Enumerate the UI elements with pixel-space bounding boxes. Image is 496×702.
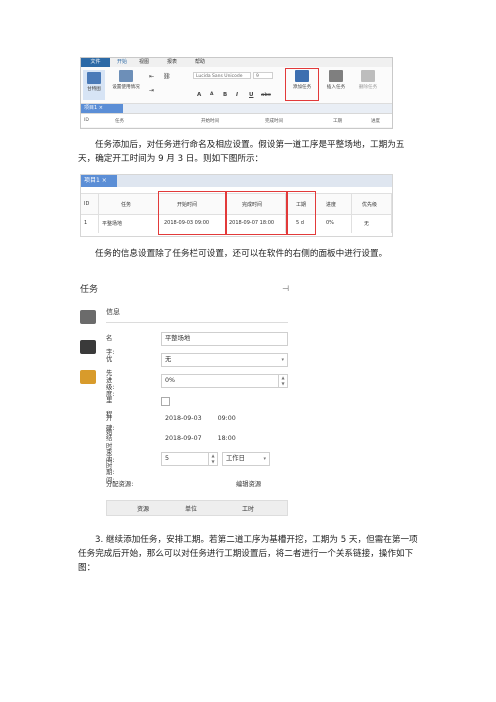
end-input[interactable]: 2018-09-07 18:00 (161, 432, 288, 446)
spinner-icon[interactable]: ▲ ▼ (278, 375, 287, 387)
paragraph-2: 任务的信息设置除了任务栏可设置，还可以在软件的右侧的面板中进行设置。 (95, 249, 388, 259)
th-priority: 优先级 (352, 194, 392, 214)
milestone-checkbox[interactable] (161, 397, 170, 406)
section-divider (106, 322, 288, 323)
project-tabstrip: 项目1 × (81, 104, 392, 113)
menu-view[interactable]: 视图 (139, 58, 149, 67)
task-panel-screenshot: 任务 ⊣ 信息 名字: 平整场地 优先级: 无 ▾ 进度: 0% ▲ ▼ 里程碑:… (80, 282, 290, 522)
duration-value: 5 (165, 455, 170, 462)
duration-label: 工期: (106, 455, 115, 476)
delete-task-button[interactable]: 删除任务 (353, 70, 383, 90)
progress-value: 0% (165, 377, 175, 384)
panel-side-icons (80, 310, 100, 400)
res-col-unit: 单位 (185, 506, 198, 513)
col-start: 开始时间 (201, 119, 219, 124)
duration-unit-select[interactable]: 工作日 ▾ (222, 452, 270, 466)
start-date: 2018-09-03 (165, 415, 202, 422)
usage-label: 设置使用情况 (112, 85, 140, 90)
cell-progress[interactable]: 0% (316, 213, 352, 233)
bold-icon[interactable]: B (223, 92, 227, 98)
menu-file[interactable]: 文件 (81, 58, 110, 67)
chevron-down-icon: ▾ (281, 357, 284, 363)
table-tab-label: 项目1 (84, 177, 100, 184)
info-icon[interactable] (80, 310, 96, 324)
briefcase-icon[interactable] (80, 340, 96, 354)
font-size-select[interactable]: 9 (253, 72, 273, 79)
insert-task-label: 插入任务 (326, 85, 346, 90)
table-tabstrip: 项目1 × (81, 175, 392, 187)
edit-resources-link[interactable]: 编辑资源 (236, 478, 261, 492)
duration-unit: 工作日 (226, 455, 245, 462)
gantt-icon (87, 72, 101, 84)
assign-row: 分配资源: 编辑资源 (106, 478, 288, 492)
name-input[interactable]: 平整场地 (161, 332, 288, 346)
grow-font-icon[interactable]: A (197, 92, 201, 98)
duration-highlight (287, 191, 316, 235)
duration-spinner-icon[interactable]: ▲ ▼ (208, 453, 217, 465)
start-time: 09:00 (217, 415, 236, 422)
cell-priority[interactable]: 无 (352, 213, 392, 233)
assign-label: 分配资源: (106, 481, 134, 488)
project-tab[interactable]: 项目1 × (81, 104, 123, 113)
col-id: ID (84, 118, 89, 123)
cell-task[interactable]: 平整场地 (99, 213, 159, 233)
col-end: 完成时间 (265, 119, 283, 124)
end-highlight (226, 191, 287, 235)
strike-icon[interactable]: abc (261, 92, 271, 98)
start-highlight (158, 191, 226, 235)
gantt-button[interactable]: 甘特图 (83, 70, 105, 100)
col-task: 任务 (115, 119, 124, 124)
font-name-select[interactable]: Lucida Sans Unicode (193, 72, 251, 79)
insert-task-icon (329, 70, 343, 82)
menu-help[interactable]: 帮助 (195, 58, 205, 67)
th-id: ID (81, 194, 99, 214)
delete-task-label: 删除任务 (358, 85, 378, 90)
menu-bar: 文件 开始 视图 报表 帮助 (81, 58, 392, 67)
insert-task-button[interactable]: 插入任务 (322, 70, 350, 90)
shrink-font-icon[interactable]: A (210, 92, 213, 97)
italic-icon[interactable]: I (236, 92, 238, 98)
end-date: 2018-09-07 (165, 435, 202, 442)
add-task-highlight (285, 68, 319, 101)
grid-header: ID 任务 开始时间 完成时间 工期 进度 (81, 113, 392, 127)
menu-home[interactable]: 开始 (117, 58, 127, 67)
section-info: 信息 (106, 308, 120, 316)
progress-input[interactable]: 0% ▲ ▼ (161, 374, 288, 388)
ribbon-screenshot: 文件 开始 视图 报表 帮助 甘特图 设置使用情况 ⇤ ⇥ ⛓ Lucida S… (80, 57, 393, 129)
outdent-icon[interactable]: ⇥ (149, 87, 154, 94)
link-icon[interactable]: ⛓ (163, 73, 171, 80)
priority-select[interactable]: 无 ▾ (161, 353, 288, 367)
set-usage-button[interactable]: 设置使用情况 (109, 70, 143, 90)
task-table-screenshot: 项目1 × ID 任务 开始时间 完成时间 工期 进度 优先级 1 平整场地 2… (80, 174, 393, 237)
th-progress: 进度 (316, 194, 352, 214)
res-col-work: 工时 (242, 506, 255, 513)
gantt-label: 甘特图 (87, 87, 101, 92)
end-time: 18:00 (217, 435, 236, 442)
duration-input[interactable]: 5 ▲ ▼ (161, 452, 218, 466)
th-task: 任务 (99, 194, 159, 214)
resource-table-header: 资源 单位 工时 (106, 500, 288, 516)
priority-value: 无 (165, 356, 172, 363)
col-progress: 进度 (371, 119, 380, 124)
resource-icon[interactable] (80, 370, 96, 384)
col-duration: 工期 (333, 119, 342, 124)
toolbar: 甘特图 设置使用情况 ⇤ ⇥ ⛓ Lucida Sans Unicode 9 A… (81, 67, 392, 104)
delete-task-icon (361, 70, 375, 82)
pin-icon[interactable]: ⊣ (282, 284, 289, 293)
underline-icon[interactable]: U (249, 92, 253, 98)
start-input[interactable]: 2018-09-03 09:00 (161, 412, 288, 426)
project-tab-label: 项目1 (84, 105, 98, 111)
paragraph-3: 3. 继续添加任务，安排工期。若第二道工序为基槽开挖，工期为 5 天，但需在第一… (78, 535, 418, 573)
res-col-resource: 资源 (137, 506, 150, 513)
table-project-tab[interactable]: 项目1 × (81, 175, 117, 187)
panel-title: 任务 (80, 285, 99, 295)
unit-chevron-icon: ▾ (263, 456, 266, 462)
indent-icon[interactable]: ⇤ (149, 73, 154, 80)
paragraph-1: 任务添加后，对任务进行命名及相应设置。假设第一道工序是平整场地，工期为五天，确定… (78, 140, 405, 164)
menu-report[interactable]: 报表 (167, 58, 177, 67)
cell-id: 1 (81, 213, 99, 233)
usage-icon (119, 70, 133, 82)
